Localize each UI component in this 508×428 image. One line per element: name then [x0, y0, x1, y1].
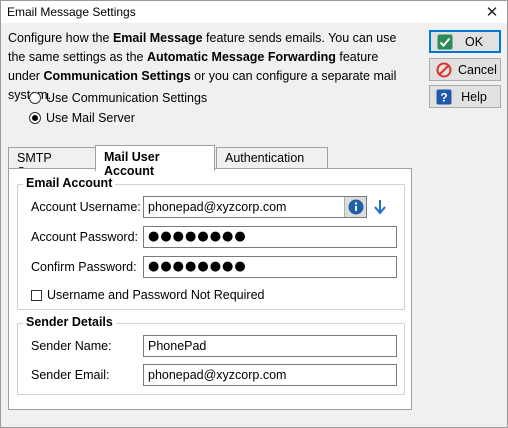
radio-label: Use Communication Settings	[46, 91, 208, 105]
email-account-group: Email Account Account Username: phonepad…	[17, 176, 405, 310]
sender-name-input[interactable]: PhonePad	[143, 335, 397, 357]
info-button[interactable]	[344, 197, 366, 217]
sender-name-label: Sender Name:	[31, 339, 112, 353]
tab-authentication[interactable]: Authentication	[216, 147, 328, 169]
info-icon	[348, 199, 363, 215]
radio-use-mail-server[interactable]: Use Mail Server	[29, 111, 135, 125]
sender-details-group: Sender Details Sender Name: PhonePad Sen…	[17, 315, 405, 395]
radio-indicator[interactable]	[29, 112, 41, 124]
tab-panel-mail-user-account: Email Account Account Username: phonepad…	[8, 168, 412, 410]
help-label: Help	[461, 89, 487, 104]
account-username-input[interactable]: phonepad@xyzcorp.com	[143, 196, 367, 218]
group-title: Email Account	[23, 176, 116, 190]
ok-label: OK	[464, 34, 484, 49]
input-value: phonepad@xyzcorp.com	[148, 200, 287, 214]
cancel-label: Cancel	[458, 62, 497, 77]
not-required-checkbox-row[interactable]: Username and Password Not Required	[31, 288, 264, 302]
help-button[interactable]: ? Help	[429, 85, 501, 108]
account-password-input[interactable]: ●●●●●●●●	[143, 226, 397, 248]
sender-email-label: Sender Email:	[31, 368, 110, 382]
intro-bold: Communication Settings	[43, 69, 191, 83]
account-password-label: Account Password:	[31, 230, 138, 244]
no-entry-icon	[436, 62, 452, 77]
tab-mail-user-account[interactable]: Mail User Account	[95, 145, 215, 178]
check-icon	[437, 34, 453, 49]
cancel-button[interactable]: Cancel	[429, 58, 501, 81]
intro-bold: Automatic Message Forwarding	[146, 50, 336, 64]
confirm-password-label: Confirm Password:	[31, 260, 137, 274]
svg-text:?: ?	[440, 90, 447, 104]
question-icon: ?	[436, 89, 452, 104]
radio-indicator[interactable]	[29, 92, 41, 104]
close-icon[interactable]: ✕	[477, 1, 507, 23]
intro-bold: Email Message	[112, 31, 203, 45]
checkbox-label: Username and Password Not Required	[47, 288, 265, 302]
account-username-label: Account Username:	[31, 200, 141, 214]
sender-email-input[interactable]: phonepad@xyzcorp.com	[143, 364, 397, 386]
tab-smtp-server[interactable]: SMTP Server	[8, 147, 96, 179]
radio-label: Use Mail Server	[46, 111, 135, 125]
title-bar: Email Message Settings ✕	[1, 1, 507, 23]
radio-use-communication-settings[interactable]: Use Communication Settings	[29, 91, 207, 105]
input-value: PhonePad	[148, 339, 207, 353]
intro-part: Configure how the	[8, 31, 113, 45]
group-title: Sender Details	[23, 315, 116, 329]
tab-label: Mail User Account	[104, 150, 160, 178]
confirm-password-input[interactable]: ●●●●●●●●	[143, 256, 397, 278]
window-title: Email Message Settings	[7, 5, 136, 19]
input-value: ●●●●●●●●	[148, 259, 247, 274]
dialog-window: Email Message Settings ✕ Configure how t…	[0, 0, 508, 428]
tab-label: Authentication	[225, 151, 305, 165]
down-arrow-icon[interactable]	[373, 199, 387, 215]
input-value: phonepad@xyzcorp.com	[148, 368, 287, 382]
not-required-checkbox[interactable]	[31, 289, 42, 301]
input-value: ●●●●●●●●	[148, 229, 247, 244]
ok-button[interactable]: OK	[429, 30, 501, 53]
